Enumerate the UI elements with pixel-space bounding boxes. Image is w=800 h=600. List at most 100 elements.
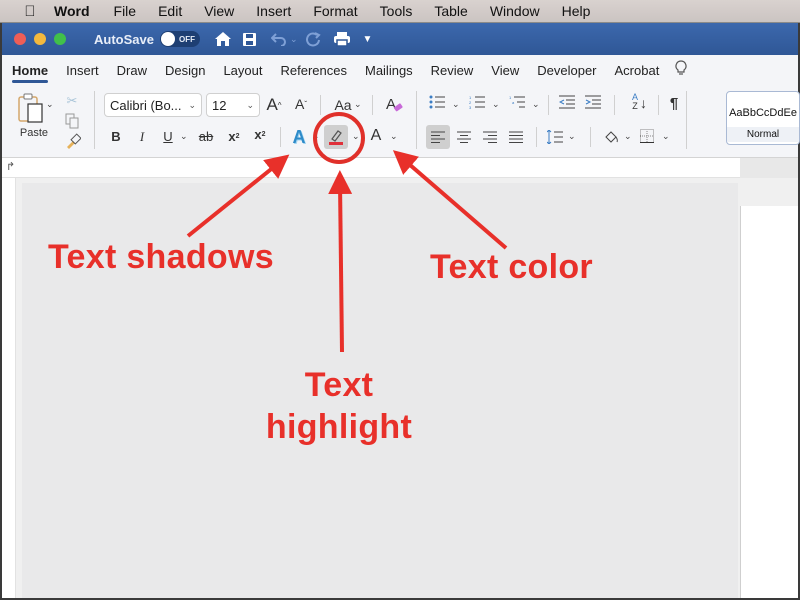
change-case-button[interactable]: Aa [332,97,354,113]
customize-toolbar-icon[interactable]: ▼ [363,34,373,45]
bold-button[interactable]: B [108,129,124,144]
print-icon[interactable] [333,31,351,47]
numbering-chevron-icon[interactable]: ⌄ [492,99,500,110]
format-painter-icon[interactable] [64,133,82,149]
sort-z-glyph: Z [632,101,638,111]
shading-icon[interactable] [602,129,620,145]
menu-view[interactable]: View [204,3,234,19]
annotation-text-highlight-line2: highlight [265,408,413,446]
align-right-button[interactable] [482,131,498,143]
menu-help[interactable]: Help [562,3,591,19]
undo-icon[interactable] [270,32,287,46]
multilevel-chevron-icon[interactable]: ⌄ [532,99,540,110]
zoom-window-button[interactable] [54,33,66,45]
underline-chevron-icon[interactable]: ⌄ [180,131,188,142]
change-case-chevron-icon[interactable]: ⌄ [354,99,362,110]
autosave-toggle[interactable]: OFF [159,31,200,47]
tab-layout[interactable]: Layout [223,57,262,84]
home-icon[interactable] [214,31,232,47]
save-icon[interactable] [242,32,257,47]
tab-stop-selector-icon[interactable]: ↱ [6,160,15,173]
underline-button[interactable]: U [160,129,176,144]
tab-design[interactable]: Design [165,57,205,84]
apple-menu-icon[interactable]:  [20,3,40,20]
vertical-ruler[interactable] [2,178,16,598]
sort-arrow-icon: ↓ [640,95,647,111]
shading-chevron-icon[interactable]: ⌄ [624,131,632,142]
style-sample: AaBbCcDdEe [729,107,797,119]
font-size-dropdown[interactable]: 12 ⌄ [206,93,260,117]
tab-acrobat[interactable]: Acrobat [615,57,660,84]
highlight-button[interactable] [324,125,348,149]
menu-tools[interactable]: Tools [380,3,413,19]
show-formatting-marks-button[interactable]: ¶ [666,95,682,112]
chevron-down-icon: ⌄ [246,99,254,110]
style-normal[interactable]: AaBbCcDdEe Normal [726,91,800,145]
line-spacing-icon[interactable] [546,130,564,144]
minimize-window-button[interactable] [34,33,46,45]
svg-text:a: a [512,100,515,105]
divider [280,127,281,147]
bullets-icon[interactable] [428,95,446,109]
autosave-state: OFF [178,34,195,44]
justify-button[interactable] [508,131,524,143]
multilevel-list-icon[interactable]: 1a [508,95,526,109]
undo-dropdown-icon[interactable]: ⌄ [290,34,298,45]
tab-developer[interactable]: Developer [537,57,596,84]
menu-file[interactable]: File [114,3,137,19]
menu-window[interactable]: Window [490,3,540,19]
svg-text:A: A [386,96,396,113]
tab-insert[interactable]: Insert [66,57,99,84]
subscript-button[interactable]: x2 [226,129,242,144]
tab-references[interactable]: References [281,57,347,84]
tab-review[interactable]: Review [431,57,474,84]
menu-format[interactable]: Format [313,3,357,19]
menu-edit[interactable]: Edit [158,3,182,19]
borders-icon[interactable] [638,129,656,143]
numbering-icon[interactable]: 123 [468,95,486,109]
tab-view[interactable]: View [491,57,519,84]
borders-chevron-icon[interactable]: ⌄ [662,131,670,142]
font-color-chevron-icon[interactable]: ⌄ [390,131,398,142]
paste-options-chevron-icon[interactable]: ⌄ [46,99,54,110]
mac-menu-bar:  Word File Edit View Insert Format Tool… [0,0,800,23]
line-spacing-chevron-icon[interactable]: ⌄ [568,131,576,142]
decrease-indent-icon[interactable] [558,95,576,109]
text-effects-chevron-icon[interactable]: ⌄ [312,131,320,142]
svg-text:3: 3 [469,105,472,109]
align-center-button[interactable] [456,131,472,143]
font-name-dropdown[interactable]: Calibri (Bo... ⌄ [104,93,202,117]
increase-indent-icon[interactable] [584,95,602,109]
strikethrough-button[interactable]: ab [196,129,216,144]
highlight-chevron-icon[interactable]: ⌄ [352,131,360,142]
redo-icon[interactable] [305,31,321,47]
align-left-button[interactable] [426,125,450,149]
paste-icon[interactable] [16,91,46,125]
font-color-button[interactable]: A [368,127,384,145]
superscript-button[interactable]: x2 [252,127,268,142]
subscript-glyph: x [228,129,236,144]
menu-app-word[interactable]: Word [54,3,90,19]
document-page[interactable] [740,206,798,598]
grow-font-button[interactable]: A ^ [264,95,284,115]
copy-icon[interactable] [64,113,80,129]
cut-icon: ✂ [66,93,78,108]
italic-button[interactable]: I [134,129,150,145]
horizontal-ruler[interactable]: ↱ [2,158,798,178]
tab-draw[interactable]: Draw [117,57,147,84]
close-window-button[interactable] [14,33,26,45]
clear-formatting-icon[interactable]: A [384,95,404,113]
text-effects-button[interactable]: A [290,127,308,148]
window-title-bar: AutoSave OFF ⌄ ▼ [2,23,798,55]
tab-mailings[interactable]: Mailings [365,57,413,84]
shrink-font-button[interactable]: Aˇ [292,96,310,112]
chevron-down-icon: ⌄ [188,99,196,110]
paste-label[interactable]: Paste [16,127,52,139]
bullets-chevron-icon[interactable]: ⌄ [452,99,460,110]
ribbon-home: ⌄ Paste ✂ Calibri (Bo... ⌄ 12 ⌄ A ^ Aˇ Aa… [2,85,800,158]
menu-table[interactable]: Table [434,3,467,19]
tell-me-lightbulb-icon[interactable] [675,60,687,80]
menu-insert[interactable]: Insert [256,3,291,19]
tab-home[interactable]: Home [12,57,49,84]
grow-font-icon: A [266,95,278,114]
